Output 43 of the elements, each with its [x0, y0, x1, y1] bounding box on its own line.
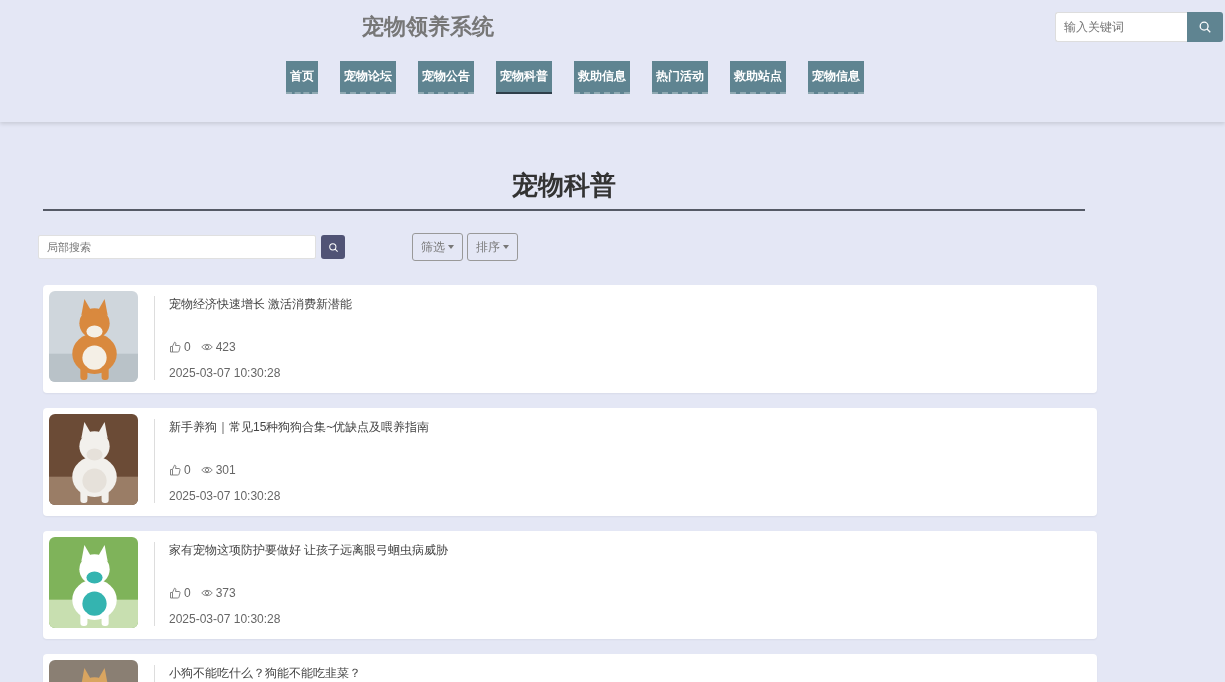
nav-tab[interactable]: 宠物科普	[496, 61, 552, 94]
caret-icon	[448, 245, 454, 249]
nav-tab[interactable]: 热门活动	[652, 61, 708, 94]
search-button[interactable]	[321, 235, 345, 259]
article-title[interactable]: 家有宠物这项防护要做好 让孩子远离眼弓蛔虫病威胁	[169, 542, 449, 559]
like-count: 0	[184, 463, 191, 477]
publish-date: 2025-03-07 10:30:28	[169, 489, 282, 503]
search-button[interactable]	[1187, 12, 1223, 42]
article-card[interactable]: 新手养狗｜常见15种狗狗合集~优缺点及喂养指南 0 301 2025-03-07 10:30:28	[43, 408, 1097, 516]
site-title: 宠物领养系统	[361, 13, 494, 41]
like-count: 0	[184, 586, 191, 600]
caret-icon	[503, 245, 509, 249]
thumbs-up-icon	[169, 464, 181, 476]
view-count: 301	[215, 463, 236, 477]
search-field[interactable]: 局部搜索	[38, 235, 316, 259]
article-title[interactable]: 小狗不能吃什么？狗能不能吃韭菜？	[169, 665, 361, 682]
view-count: 373	[215, 586, 236, 600]
article-title[interactable]: 新手养狗｜常见15种狗狗合集~优缺点及喂养指南	[169, 419, 430, 436]
publish-date: 2025-03-07 10:30:28	[169, 366, 282, 380]
eye-icon	[200, 464, 213, 476]
nav-tab[interactable]: 救助站点	[730, 61, 786, 94]
eye-icon	[200, 587, 213, 599]
article-card[interactable]: 宠物经济快速增长 激活消费新潜能 0 423 2025-03-07 10:30:28	[43, 285, 1097, 393]
like-count: 0	[184, 340, 191, 354]
nav-tab[interactable]: 宠物公告	[418, 61, 474, 94]
search-icon	[1198, 20, 1212, 34]
filter-dropdown[interactable]: 筛选	[412, 233, 463, 261]
nav-tab[interactable]: 首页	[286, 61, 318, 94]
sort-dropdown[interactable]: 排序	[467, 233, 518, 261]
search-field[interactable]: 输入关键词	[1055, 12, 1187, 42]
article-card[interactable]: 小狗不能吃什么？狗能不能吃韭菜？	[43, 654, 1097, 682]
view-count: 423	[215, 340, 236, 354]
page-heading: 宠物科普	[43, 168, 1085, 211]
search-icon	[327, 241, 339, 253]
nav-tab[interactable]: 宠物论坛	[340, 61, 396, 94]
eye-icon	[200, 341, 213, 353]
nav-tab[interactable]: 救助信息	[574, 61, 630, 94]
article-card[interactable]: 家有宠物这项防护要做好 让孩子远离眼弓蛔虫病威胁 0 373 2025-03-07 10:30:28	[43, 531, 1097, 639]
thumbs-up-icon	[169, 587, 181, 599]
thumbs-up-icon	[169, 341, 181, 353]
article-title[interactable]: 宠物经济快速增长 激活消费新潜能	[169, 296, 353, 313]
publish-date: 2025-03-07 10:30:28	[169, 612, 282, 626]
nav-tab[interactable]: 宠物信息	[808, 61, 864, 94]
